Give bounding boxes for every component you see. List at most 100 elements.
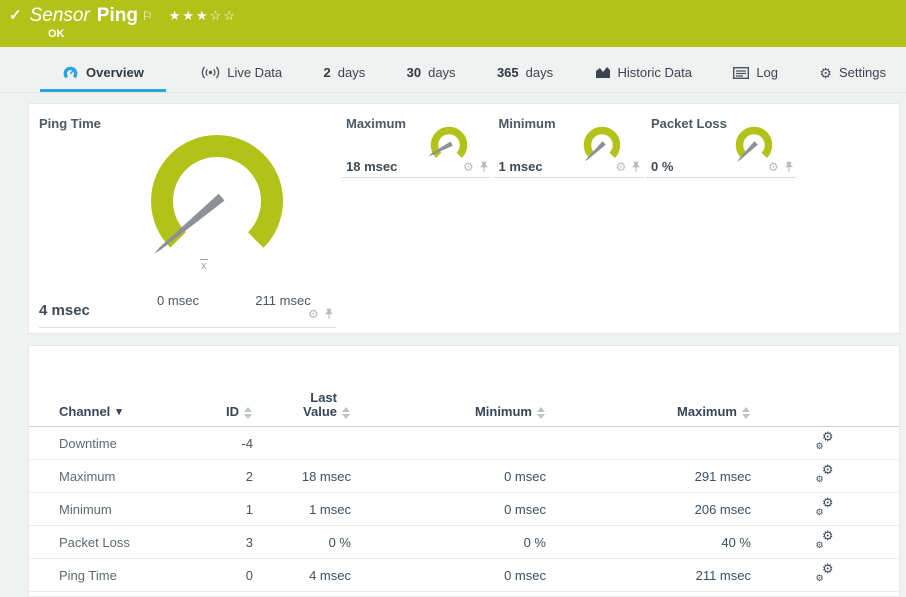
gauge-settings-icon[interactable]: ⚙ <box>616 161 627 173</box>
column-header-channel[interactable]: Channel▾ <box>59 391 199 419</box>
gauge-footer-icons: ⚙ <box>463 161 489 173</box>
gauge-footer-icons: ⚙ <box>308 308 334 320</box>
table-header: Channel▾ ID Last Value Minimum Maximum <box>29 346 899 427</box>
priority-stars[interactable]: ★★★☆☆ <box>169 3 237 29</box>
column-header-min[interactable]: Minimum <box>351 391 546 419</box>
tab-label: Settings <box>839 65 886 80</box>
pin-icon[interactable] <box>324 308 334 320</box>
tab-label: Overview <box>86 65 144 80</box>
channel-settings-icon[interactable]: ⚙⚙ <box>816 433 835 450</box>
tab-30-days[interactable]: 30 days <box>401 65 462 92</box>
sort-icon <box>244 407 253 419</box>
channel-settings-icon[interactable]: ⚙⚙ <box>816 499 835 516</box>
column-label: Minimum <box>475 405 532 419</box>
cell-val: 211 msec <box>546 568 751 583</box>
tab-label: days <box>428 65 455 80</box>
gauge-settings-icon[interactable]: ⚙ <box>308 308 319 320</box>
tab-365-days[interactable]: 365 days <box>491 65 559 92</box>
tab-label: days <box>526 65 553 80</box>
tab-label-count: 30 <box>407 65 421 80</box>
channel-settings-icon[interactable]: ⚙⚙ <box>816 466 835 483</box>
status-check-icon: ✓ <box>9 3 22 29</box>
cell-channel: Packet Loss <box>59 535 199 550</box>
primary-gauge-title: Ping Time <box>39 116 101 131</box>
gear-icon: ⚙ <box>819 66 832 80</box>
flag-icon[interactable]: ⚐ <box>142 3 153 29</box>
chart-icon <box>595 66 611 79</box>
cell-channel: Downtime <box>59 436 199 451</box>
gauge-value: 1 msec <box>499 159 543 174</box>
cell-actions: ⚙⚙ <box>751 433 899 453</box>
tab-label-count: 2 <box>324 65 331 80</box>
cell-id: 2 <box>199 469 253 484</box>
cell-channel: Ping Time <box>59 568 199 583</box>
ping-time-gauge <box>132 116 302 286</box>
tab-settings[interactable]: ⚙ Settings <box>813 65 892 92</box>
sensor-type-label: Sensor <box>30 3 90 29</box>
cell-actions: ⚙⚙ <box>751 499 899 519</box>
gauge-settings-icon[interactable]: ⚙ <box>768 161 779 173</box>
cell-id: 3 <box>199 535 253 550</box>
gauge-title: Maximum <box>346 116 406 131</box>
cell-val: 1 msec <box>253 502 351 517</box>
tab-overview[interactable]: Overview <box>40 65 166 92</box>
cell-id: -4 <box>199 436 253 451</box>
tab-historic-data[interactable]: Historic Data <box>589 65 698 92</box>
tab-label-count: 365 <box>497 65 519 80</box>
column-header-id[interactable]: ID <box>199 391 253 419</box>
table-row-downtime: Downtime-4 ⚙⚙ <box>29 427 899 460</box>
cell-val: 40 % <box>546 535 751 550</box>
sensor-name: Ping <box>97 3 138 29</box>
cell-val: 0 msec <box>351 568 546 583</box>
cell-val: 0 msec <box>351 502 546 517</box>
table-body: Downtime-4⚙⚙Maximum218 msec0 msec291 mse… <box>29 427 899 592</box>
gauge-value: 0 % <box>651 159 673 174</box>
table-row-minimum: Minimum11 msec0 msec206 msec⚙⚙ <box>29 493 899 526</box>
cell-val: 0 % <box>351 535 546 550</box>
gauge-icon <box>62 65 79 80</box>
column-label: Last Value <box>303 391 337 419</box>
sensor-header: ✓ Sensor Ping ⚐ ★★★☆☆ OK <box>0 0 906 47</box>
divider <box>494 177 644 178</box>
table-row-packet-loss: Packet Loss30 %0 %40 %⚙⚙ <box>29 526 899 559</box>
column-label: Channel <box>59 405 110 419</box>
pin-icon[interactable] <box>631 161 641 173</box>
column-header-max[interactable]: Maximum <box>546 391 751 419</box>
cell-channel: Minimum <box>59 502 199 517</box>
tab-log[interactable]: Log <box>727 65 784 92</box>
tab-label: Log <box>756 65 778 80</box>
pin-icon[interactable] <box>784 161 794 173</box>
tab-label: days <box>338 65 365 80</box>
cell-val: 0 msec <box>351 469 546 484</box>
channel-settings-icon[interactable]: ⚙⚙ <box>816 565 835 582</box>
status-badge: OK <box>48 28 65 40</box>
sensor-title: ✓ Sensor Ping ⚐ ★★★☆☆ <box>9 2 237 29</box>
column-header-last[interactable]: Last Value <box>253 391 351 419</box>
divider <box>646 177 796 178</box>
cell-id: 0 <box>199 568 253 583</box>
channels-table-panel: Channel▾ ID Last Value Minimum Maximum Downt… <box>28 345 900 597</box>
column-label: Maximum <box>677 405 737 419</box>
tab-2-days[interactable]: 2 days <box>318 65 372 92</box>
gauge-block-packet-loss: Packet Loss 0 % ⚙ <box>646 104 796 335</box>
cell-val: 291 msec <box>546 469 751 484</box>
gauge-settings-icon[interactable]: ⚙ <box>463 161 474 173</box>
pin-icon[interactable] <box>479 161 489 173</box>
gauge-footer-icons: ⚙ <box>616 161 642 173</box>
cell-actions: ⚙⚙ <box>751 565 899 585</box>
channel-settings-icon[interactable]: ⚙⚙ <box>816 532 835 549</box>
column-label: ID <box>226 405 239 419</box>
primary-gauge-value: 4 msec <box>39 302 90 319</box>
cell-id: 1 <box>199 502 253 517</box>
sort-icon <box>742 407 751 419</box>
tab-bar: Overview Live Data 2 days 30 days 365 days Histo… <box>0 47 906 93</box>
sort-icon <box>537 407 546 419</box>
cell-val: 4 msec <box>253 568 351 583</box>
divider <box>341 177 491 178</box>
gauge-footer-icons: ⚙ <box>768 161 794 173</box>
broadcast-icon <box>201 66 220 79</box>
gauge-block-maximum: Maximum 18 msec ⚙ <box>341 104 491 335</box>
tab-label: Historic Data <box>618 65 692 80</box>
tab-live-data[interactable]: Live Data <box>195 65 288 92</box>
divider <box>39 327 336 328</box>
